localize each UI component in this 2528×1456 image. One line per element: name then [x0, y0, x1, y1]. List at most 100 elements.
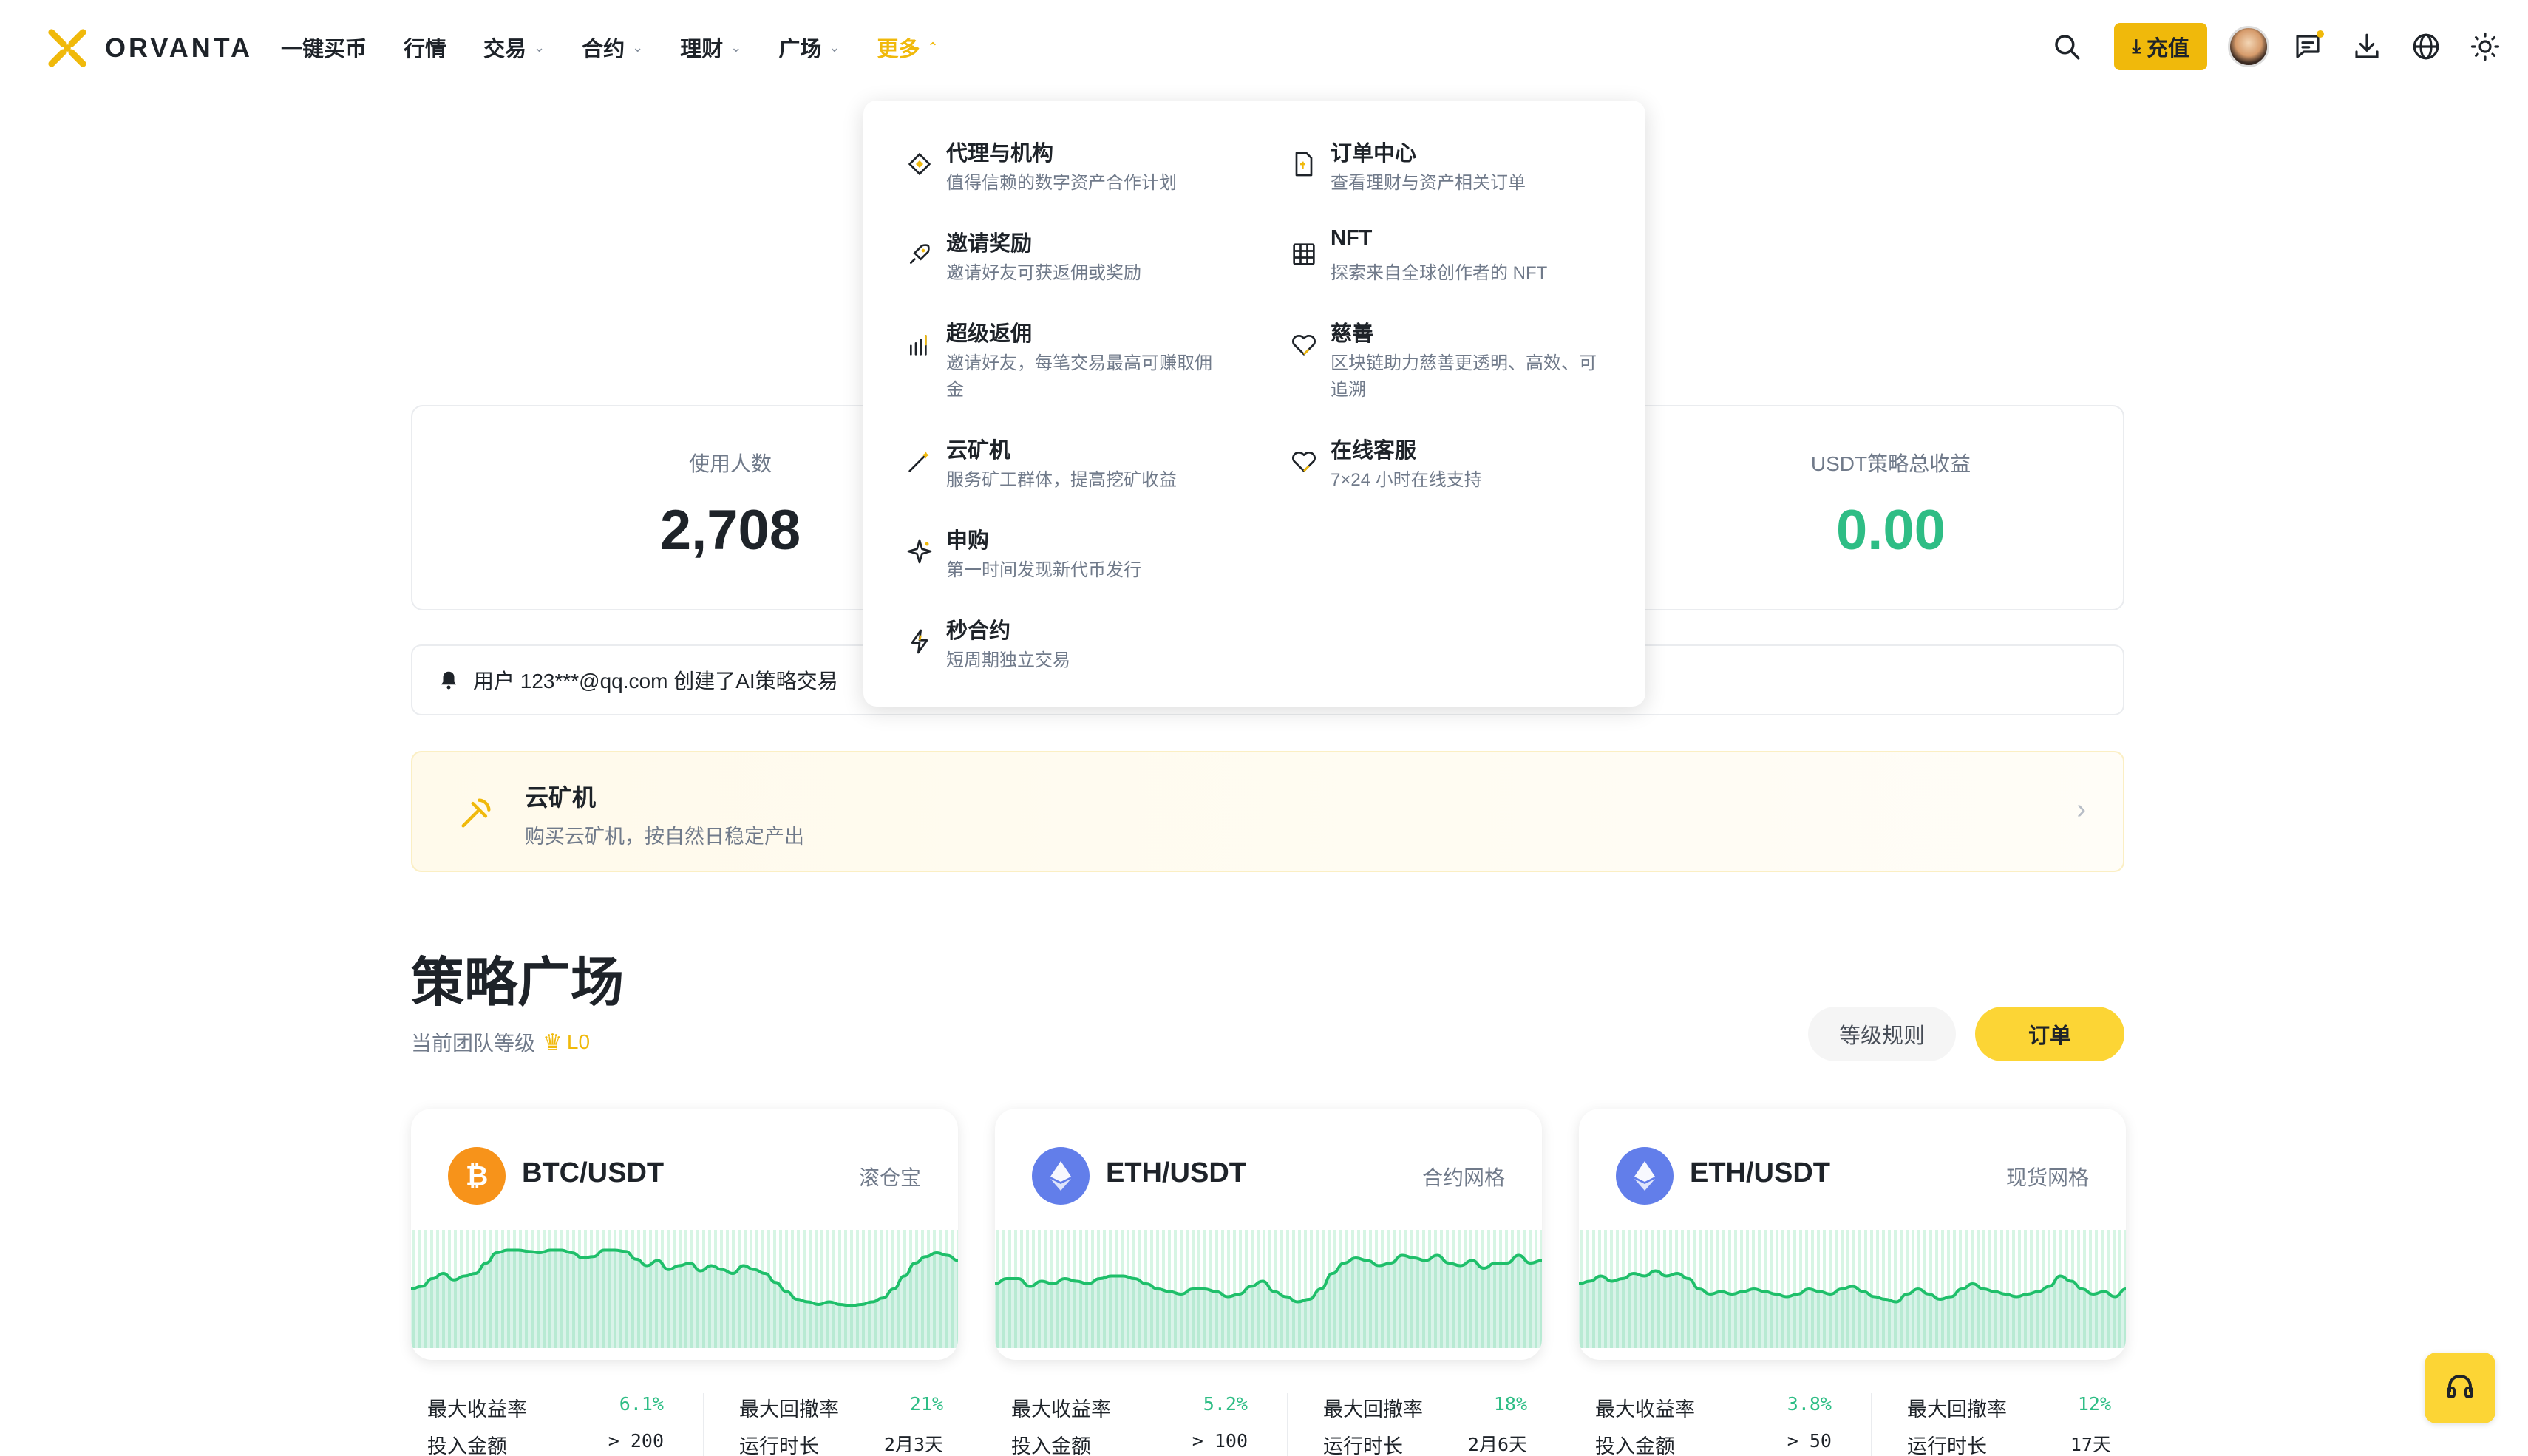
level-label: 当前团队等级 — [411, 1032, 536, 1055]
eth-icon — [1032, 1147, 1090, 1205]
deposit-label: 充值 — [2146, 37, 2189, 61]
strategy-card[interactable]: ETH/USDT 现货网格 — [1579, 1109, 2126, 1360]
menu-item-order-center[interactable]: 订单中心 查看理财与资产相关订单 — [1289, 136, 1629, 195]
bell-icon — [441, 671, 456, 690]
mining-subtitle: 购买云矿机，按自然日稳定产出 — [525, 826, 804, 848]
menu-item-desc: 服务矿工群体，提高挖矿收益 — [946, 470, 1177, 490]
divider — [1871, 1393, 1872, 1456]
level-value: L0 — [566, 1030, 591, 1053]
card-metrics: 最大收益率 3.8% 投入金额 > 50 最大回撤率 12% 运行时长 17天 — [1579, 1393, 2126, 1456]
level-rules-button[interactable]: 等级规则 — [1808, 1007, 1956, 1061]
menu-item-desc: 7×24 小时在线支持 — [1331, 470, 1482, 490]
strategy-card[interactable]: ETH/USDT 合约网格 — [995, 1109, 1542, 1360]
menu-item-desc: 区块链助力慈善更透明、高效、可追溯 — [1331, 353, 1597, 400]
nav-label: 合约 — [582, 38, 625, 61]
main-nav: 一键买币 行情 交易 ⌄ 合约 ⌄ 理财 ⌄ 广场 ⌄ 更多 ⌃ — [281, 30, 976, 65]
eth-icon — [1616, 1147, 1674, 1205]
nav-markets[interactable]: 行情 — [404, 32, 446, 63]
chevron-down-icon: ⌄ — [632, 39, 644, 55]
mining-title: 云矿机 — [525, 784, 597, 811]
document-icon — [1295, 152, 1313, 177]
menu-item-cloud-mining[interactable]: 云矿机 服务矿工群体，提高挖矿收益 — [905, 433, 1245, 492]
grid-icon — [1293, 243, 1315, 265]
metric-value: 18% — [1493, 1393, 1527, 1415]
avatar[interactable] — [2228, 26, 2269, 67]
menu-item-subscribe[interactable]: 申购 第一时间发现新代币发行 — [905, 523, 1245, 582]
top-header: ORVANTA 一键买币 行情 交易 ⌄ 合约 ⌄ 理财 ⌄ 广场 ⌄ 更多 ⌃ ⤓ 充值 — [0, 0, 2528, 95]
nav-label: 理财 — [680, 38, 724, 61]
menu-item-nft[interactable]: NFT 探索来自全球创作者的 NFT — [1289, 226, 1629, 285]
metric-value: 6.1% — [619, 1393, 664, 1415]
button-label: 等级规则 — [1838, 1024, 1925, 1048]
stat-label: USDT策略总收益 — [1810, 452, 1971, 475]
customer-support-button[interactable] — [2425, 1353, 2495, 1423]
chevron-down-icon: ⌄ — [534, 39, 546, 55]
metric-label: 最大回撤率 — [739, 1398, 839, 1421]
notification-dot — [2317, 30, 2324, 38]
chevron-up-icon: ⌃ — [927, 39, 939, 55]
divider — [1287, 1393, 1288, 1456]
metric-value: > 200 — [608, 1430, 664, 1452]
download-icon[interactable] — [2346, 26, 2388, 67]
menu-item-title: 超级返佣 — [946, 322, 1033, 346]
brand-logo[interactable]: ORVANTA — [46, 27, 253, 69]
section-title: 策略广场 — [411, 953, 625, 1013]
menu-item-desc: 查看理财与资产相关订单 — [1331, 173, 1526, 193]
metric-value: 21% — [909, 1393, 943, 1415]
chevron-right-icon: › — [2076, 794, 2086, 825]
menu-item-invite[interactable]: 邀请奖励 邀请好友可获返佣或奖励 — [905, 226, 1245, 285]
deposit-button[interactable]: ⤓ 充值 — [2114, 23, 2207, 70]
nav-futures[interactable]: 合约 ⌄ — [582, 32, 643, 63]
sparkle-icon — [907, 539, 932, 564]
sun-icon[interactable] — [2464, 26, 2506, 67]
orders-button[interactable]: 订单 — [1975, 1007, 2124, 1061]
metric-label: 最大收益率 — [1011, 1398, 1111, 1421]
search-icon[interactable] — [2046, 26, 2087, 67]
metric-value: 12% — [2077, 1393, 2111, 1415]
menu-item-super-rebate[interactable]: 超级返佣 邀请好友，每笔交易最高可赚取佣金 — [905, 316, 1245, 400]
stat-label: 使用人数 — [688, 452, 772, 475]
heart-support-icon — [1292, 452, 1316, 472]
pickaxe-icon — [461, 798, 491, 828]
menu-item-title: 申购 — [946, 529, 990, 553]
brand-name: ORVANTA — [105, 33, 254, 63]
nav-label: 交易 — [483, 38, 527, 61]
stat-users: 使用人数 2,708 — [546, 406, 915, 562]
nav-earn[interactable]: 理财 ⌄ — [680, 32, 741, 63]
globe-icon[interactable] — [2405, 26, 2447, 67]
nav-trade[interactable]: 交易 ⌄ — [483, 32, 545, 63]
metric-label: 投入金额 — [1011, 1435, 1091, 1456]
diamond-icon — [908, 152, 931, 176]
menu-item-desc: 邀请好友可获返佣或奖励 — [946, 263, 1141, 283]
menu-item-support[interactable]: 在线客服 7×24 小时在线支持 — [1289, 433, 1629, 492]
message-icon[interactable] — [2287, 26, 2328, 67]
metric-value: 17天 — [2070, 1434, 2111, 1455]
menu-item-title: 邀请奖励 — [946, 232, 1033, 256]
menu-item-flash-contract[interactable]: 秒合约 短周期独立交易 — [905, 613, 1245, 673]
metric-value: 3.8% — [1787, 1393, 1832, 1415]
nav-square[interactable]: 广场 ⌄ — [778, 32, 840, 63]
metric-value: > 100 — [1192, 1430, 1248, 1452]
metric-label: 最大回撤率 — [1907, 1398, 2007, 1421]
metric-value: > 50 — [1787, 1430, 1832, 1452]
strategy-card[interactable]: ₿ BTC/USDT 滚仓宝 — [411, 1109, 958, 1360]
metric-value: 2月3天 — [883, 1434, 943, 1455]
menu-item-desc: 短周期独立交易 — [946, 650, 1070, 670]
cloud-mining-banner[interactable]: 云矿机 购买云矿机，按自然日稳定产出 › — [411, 751, 2124, 872]
crown-icon: ♛ — [543, 1030, 563, 1055]
menu-item-agency[interactable]: 代理与机构 值得信赖的数字资产合作计划 — [905, 136, 1245, 195]
metric-col: 最大回撤率 18% 运行时长 2月6天 — [1323, 1393, 1527, 1456]
nav-buy-crypto[interactable]: 一键买币 — [281, 32, 367, 63]
wand-icon — [908, 451, 930, 472]
nav-label: 广场 — [778, 38, 822, 61]
metric-label: 最大收益率 — [1595, 1398, 1695, 1421]
nav-more[interactable]: 更多 ⌃ — [877, 32, 938, 63]
menu-item-charity[interactable]: 慈善 区块链助力慈善更透明、高效、可追溯 — [1289, 316, 1629, 400]
metric-label: 运行时长 — [1907, 1435, 1987, 1456]
card-sparkline — [1579, 1230, 2126, 1348]
lightning-icon — [911, 629, 928, 654]
heart-icon — [1292, 335, 1316, 356]
metric-label: 最大回撤率 — [1323, 1398, 1423, 1421]
menu-item-desc: 邀请好友，每笔交易最高可赚取佣金 — [946, 353, 1212, 400]
card-pair: ETH/USDT — [1690, 1157, 1830, 1188]
